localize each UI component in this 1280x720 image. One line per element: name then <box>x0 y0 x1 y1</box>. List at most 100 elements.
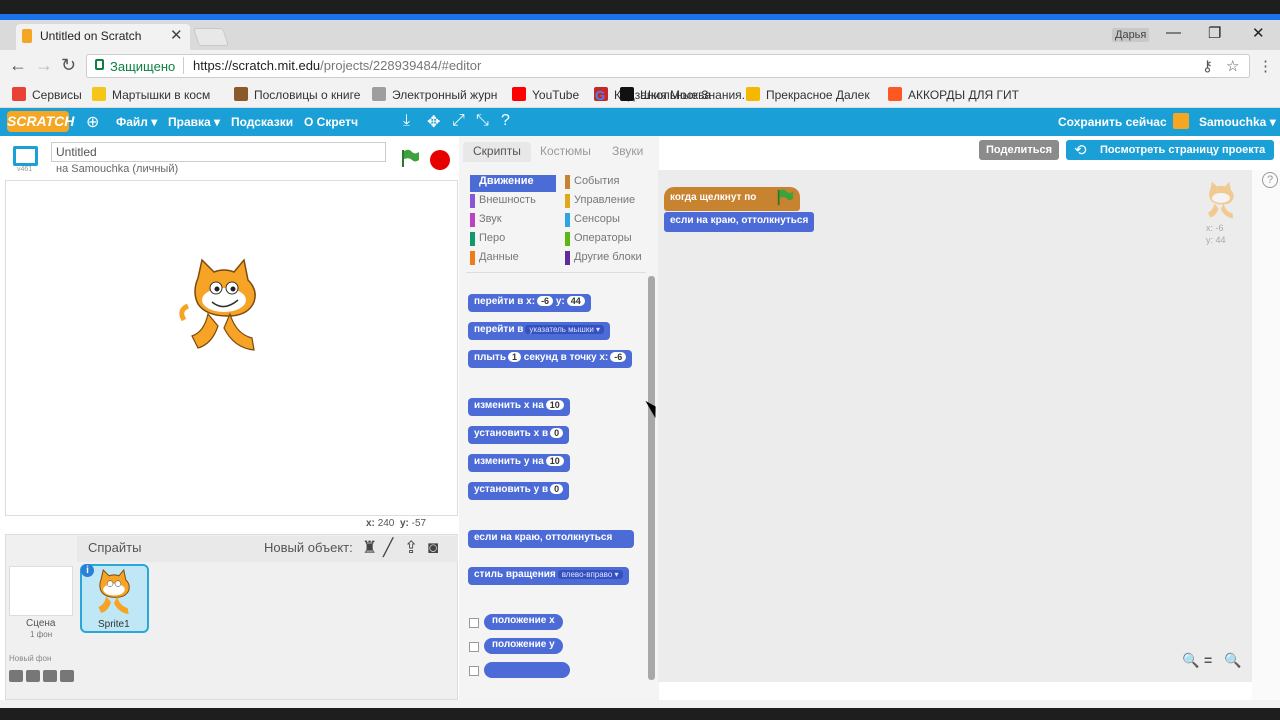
url-text[interactable]: https://scratch.mit.edu/projects/2289394… <box>193 58 481 73</box>
duplicate-tool-icon[interactable]: ⤓ <box>403 112 410 130</box>
view-project-page-button[interactable]: Посмотреть страницу проекта <box>1066 140 1274 160</box>
bookmark-item[interactable]: Сервисы <box>32 88 82 102</box>
script-bounce-block[interactable]: если на краю, оттолкнуться <box>664 212 815 232</box>
block-input[interactable]: 10 <box>545 400 564 410</box>
share-button[interactable]: Поделиться <box>979 140 1059 160</box>
back-icon[interactable]: ← <box>9 55 27 76</box>
zoom-in-icon[interactable]: 🔍 <box>1224 652 1241 669</box>
bookmark-item[interactable]: Пословицы о книге <box>254 88 360 102</box>
choose-sprite-icon[interactable]: ♜ <box>362 538 377 558</box>
checkbox-pos-x[interactable] <box>469 618 479 628</box>
block-change-y[interactable]: изменить у на 10 <box>468 454 570 472</box>
block-input[interactable]: -6 <box>537 296 554 306</box>
minimize-icon[interactable]: — <box>1166 24 1181 41</box>
paint-sprite-icon[interactable]: ╱ <box>383 538 393 558</box>
block-set-y[interactable]: установить у в0 <box>468 482 570 500</box>
camera-backdrop-icon[interactable] <box>60 670 74 682</box>
star-icon[interactable]: ☆ <box>1226 57 1239 75</box>
scripts-area[interactable] <box>658 170 1252 682</box>
palette-scrollbar[interactable] <box>648 276 655 680</box>
category-1-right[interactable]: Управление <box>565 194 651 211</box>
browser-menu-icon[interactable]: ⋮ <box>1258 57 1273 75</box>
reload-icon[interactable]: ↻ <box>61 55 76 76</box>
tab-sounds[interactable]: Звуки <box>602 142 653 162</box>
menu-file[interactable]: Файл ▾ <box>116 115 157 129</box>
user-menu[interactable]: Samouchka ▾ <box>1199 115 1276 129</box>
block-goto-xy[interactable]: перейти в x: -6 y: 44 <box>468 294 591 312</box>
tab-costumes[interactable]: Костюмы <box>530 142 601 162</box>
scene-thumbnail[interactable] <box>9 566 73 616</box>
category-0-left[interactable]: Движение <box>470 175 556 192</box>
shrink-tool-icon[interactable]: ⤡ <box>476 112 489 130</box>
hat-flag-icon <box>777 189 794 206</box>
category-1-left[interactable]: Внешность <box>470 194 556 211</box>
checkbox-direction[interactable] <box>469 666 479 676</box>
delete-tool-icon[interactable]: ✥ <box>427 112 440 132</box>
menu-about[interactable]: О Скретч <box>304 115 358 129</box>
zoom-reset-icon[interactable]: = <box>1204 652 1212 668</box>
category-2-left[interactable]: Звук <box>470 213 556 230</box>
project-title-input[interactable]: Untitled <box>51 142 386 162</box>
bookmark-item[interactable]: Школьные Знания. <box>640 88 745 102</box>
block-input[interactable]: 0 <box>550 484 564 494</box>
category-4-right[interactable]: Другие блоки <box>565 251 651 268</box>
avatar[interactable] <box>1173 113 1189 129</box>
bookmark-item[interactable]: Электронный журн <box>392 88 497 102</box>
globe-icon[interactable]: ⊕ <box>86 112 99 132</box>
block-change-x[interactable]: изменить x на 10 <box>468 398 570 416</box>
restore-icon[interactable]: ❐ <box>1208 24 1221 42</box>
camera-icon[interactable]: ◙ <box>428 538 438 558</box>
scratch-logo[interactable]: SCRATCH <box>7 111 74 132</box>
menu-tips[interactable]: Подсказки <box>231 115 293 129</box>
block-input[interactable]: 10 <box>545 456 564 466</box>
block-input[interactable]: 44 <box>566 296 585 306</box>
reporter-pos-y[interactable]: положение у <box>484 638 563 654</box>
block-goto-target[interactable]: перейти в указатель мышки ▾ <box>468 322 611 340</box>
block-input[interactable]: 0 <box>550 428 564 438</box>
category-3-right[interactable]: Операторы <box>565 232 651 249</box>
google-icon[interactable]: G <box>595 88 605 103</box>
menu-edit[interactable]: Правка ▾ <box>168 115 220 129</box>
save-now-button[interactable]: Сохранить сейчас <box>1058 115 1167 129</box>
block-set-x[interactable]: установить x в0 <box>468 426 570 444</box>
category-4-left[interactable]: Данные <box>470 251 556 268</box>
block-bounce[interactable]: если на краю, оттолкнуться <box>468 530 634 548</box>
block-glide[interactable]: плыть 1 секунд в точку x: -6 <box>468 350 633 368</box>
category-2-right[interactable]: Сенсоры <box>565 213 651 230</box>
paint-backdrop-icon[interactable] <box>26 670 40 682</box>
category-3-left[interactable]: Перо <box>470 232 556 249</box>
bookmark-item[interactable]: Прекрасное Далек <box>766 88 870 102</box>
block-dropdown[interactable]: указатель мышки ▾ <box>525 325 605 334</box>
forward-icon[interactable]: → <box>35 55 53 76</box>
reporter-pos-x[interactable]: положение x <box>484 614 563 630</box>
key-icon[interactable]: ⚷ <box>1202 57 1213 75</box>
sprite-info-icon[interactable]: i <box>81 564 94 577</box>
choose-backdrop-icon[interactable] <box>9 670 23 682</box>
zoom-out-icon[interactable]: 🔍 <box>1182 652 1199 669</box>
block-input[interactable]: -6 <box>610 352 627 362</box>
tab-close-icon[interactable]: ✕ <box>170 26 183 44</box>
block-dropdown[interactable]: влево-вправо ▾ <box>557 570 623 579</box>
reporter-direction[interactable] <box>484 662 570 678</box>
checkbox-pos-y[interactable] <box>469 642 479 652</box>
close-window-icon[interactable]: ✕ <box>1252 24 1265 42</box>
window-user-badge[interactable]: Дарья <box>1112 28 1150 42</box>
block-input[interactable]: 1 <box>507 352 521 362</box>
upload-backdrop-icon[interactable] <box>43 670 57 682</box>
fullscreen-icon[interactable] <box>13 146 38 166</box>
bookmark-item[interactable]: АККОРДЫ ДЛЯ ГИТ <box>908 88 1019 102</box>
stop-icon[interactable] <box>430 150 450 170</box>
help-tool-icon[interactable]: ? <box>501 112 510 130</box>
new-tab-button[interactable] <box>193 28 229 46</box>
palette-divider <box>466 272 646 273</box>
upload-sprite-icon[interactable]: ⇪ <box>404 538 418 558</box>
grow-tool-icon[interactable]: ⤢ <box>452 112 465 130</box>
bookmark-item[interactable]: YouTube <box>532 88 579 102</box>
category-0-right[interactable]: События <box>565 175 651 192</box>
bookmark-item[interactable]: Мартышки в косм <box>112 88 210 102</box>
block-rotation-style[interactable]: стиль вращения влево-вправо ▾ <box>468 567 629 585</box>
tab-scripts[interactable]: Скрипты <box>463 142 531 162</box>
green-flag-icon[interactable] <box>400 148 420 168</box>
help-icon[interactable]: ? <box>1262 172 1278 188</box>
cat-sprite-icon[interactable] <box>178 256 270 354</box>
